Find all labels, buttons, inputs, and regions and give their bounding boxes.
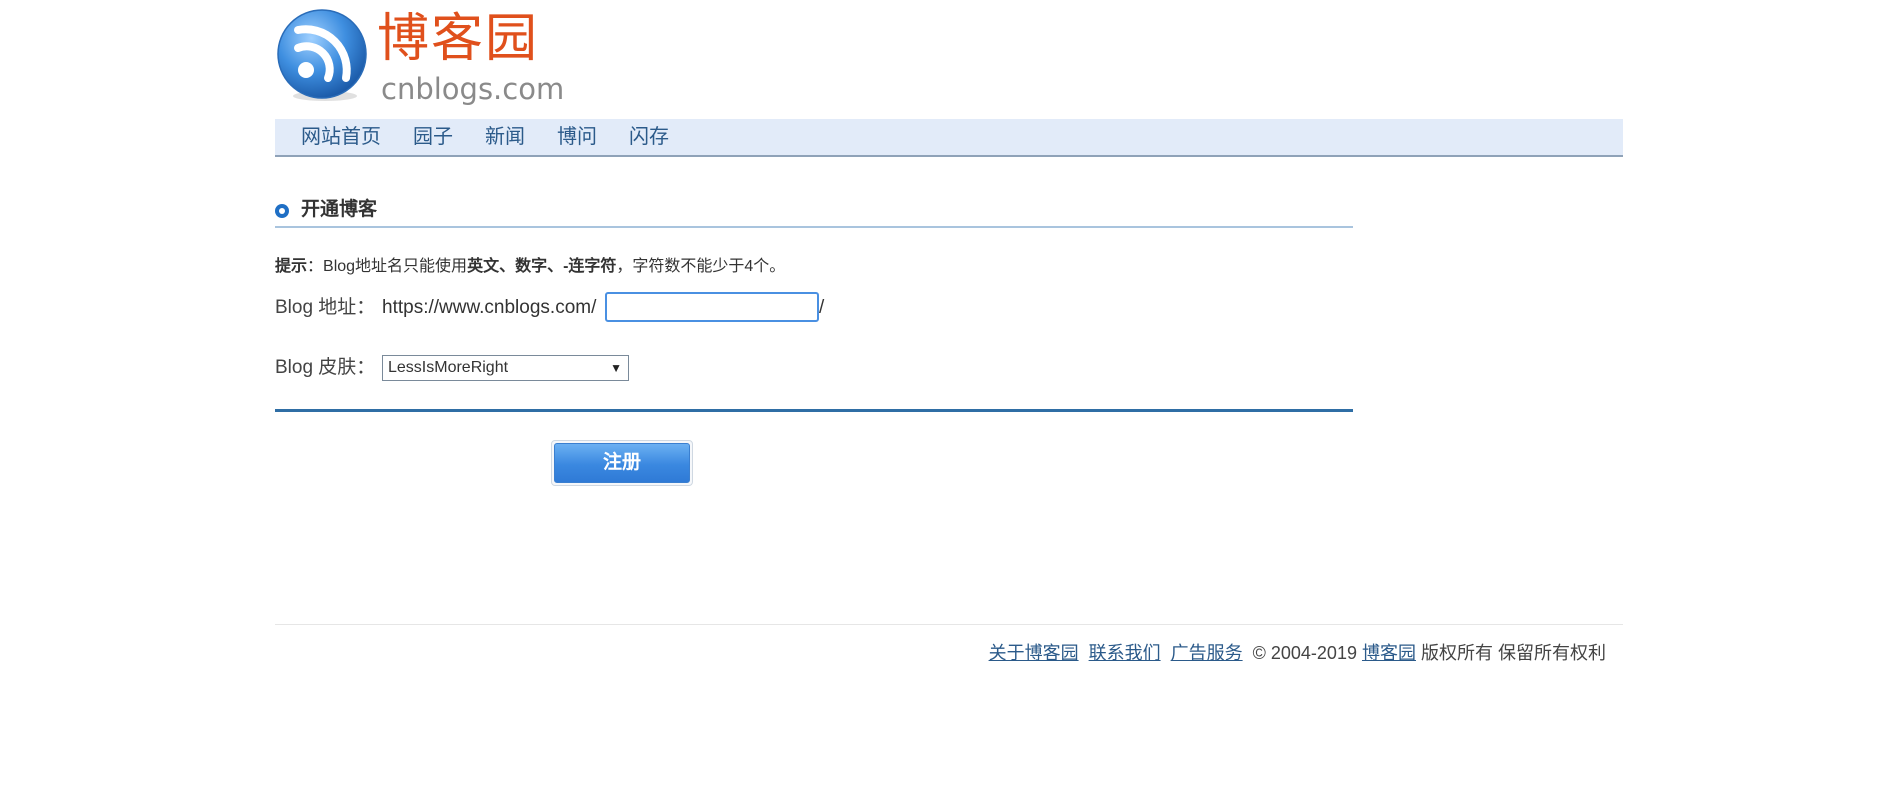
- site-logo[interactable]: 博客园 cnblogs.com: [275, 6, 564, 106]
- nav-item-garden[interactable]: 园子: [413, 119, 453, 155]
- rss-logo-icon: [277, 9, 367, 101]
- blog-skin-select[interactable]: LessIsMoreRight ▼: [382, 355, 629, 381]
- footer-link-site[interactable]: 博客园: [1362, 643, 1416, 663]
- form-divider: [275, 409, 1353, 412]
- footer-copyright: © 2004-2019: [1252, 643, 1357, 663]
- logo-chinese-text: 博客园: [377, 9, 540, 69]
- hint-label: 提示: [275, 258, 308, 275]
- footer-divider: [275, 624, 1623, 625]
- blog-address-input[interactable]: [605, 292, 819, 322]
- hint-text-1: Blog地址名只能使用: [323, 258, 468, 275]
- logo-domain-text: cnblogs.com: [381, 72, 565, 106]
- blog-address-suffix: /: [819, 297, 825, 318]
- footer-link-contact[interactable]: 联系我们: [1089, 643, 1161, 663]
- top-nav: 网站首页 园子 新闻 博问 闪存: [275, 119, 1623, 157]
- bullet-icon: [275, 204, 289, 218]
- nav-item-home[interactable]: 网站首页: [301, 119, 381, 155]
- hint-strong: 英文、数字、-连字符: [467, 258, 617, 275]
- blog-address-label: Blog 地址：: [275, 297, 376, 318]
- register-button-frame: 注册: [551, 440, 693, 486]
- blog-skin-selected-value: LessIsMoreRight: [388, 359, 509, 376]
- hint-text-2: ，字符数不能少于4个。: [616, 258, 786, 275]
- hint-text: 提示：Blog地址名只能使用英文、数字、-连字符，字符数不能少于4个。: [275, 256, 785, 278]
- dropdown-arrow-icon: ▼: [610, 361, 622, 375]
- footer-rights: 版权所有 保留所有权利: [1421, 643, 1606, 663]
- footer: 关于博客园 联系我们 广告服务 © 2004-2019 博客园 版权所有 保留所…: [989, 640, 1606, 666]
- footer-link-about[interactable]: 关于博客园: [989, 643, 1079, 663]
- nav-item-questions[interactable]: 博问: [557, 119, 597, 155]
- nav-item-flash[interactable]: 闪存: [629, 119, 669, 155]
- blog-address-prefix: https://www.cnblogs.com/: [382, 297, 597, 318]
- register-button[interactable]: 注册: [554, 443, 690, 483]
- blog-skin-label: Blog 皮肤：: [275, 357, 376, 378]
- nav-item-news[interactable]: 新闻: [485, 119, 525, 155]
- footer-link-ads[interactable]: 广告服务: [1171, 643, 1243, 663]
- section-title: 开通博客: [301, 199, 378, 220]
- hint-colon: ：: [307, 258, 324, 275]
- section-header: 开通博客: [275, 196, 1353, 228]
